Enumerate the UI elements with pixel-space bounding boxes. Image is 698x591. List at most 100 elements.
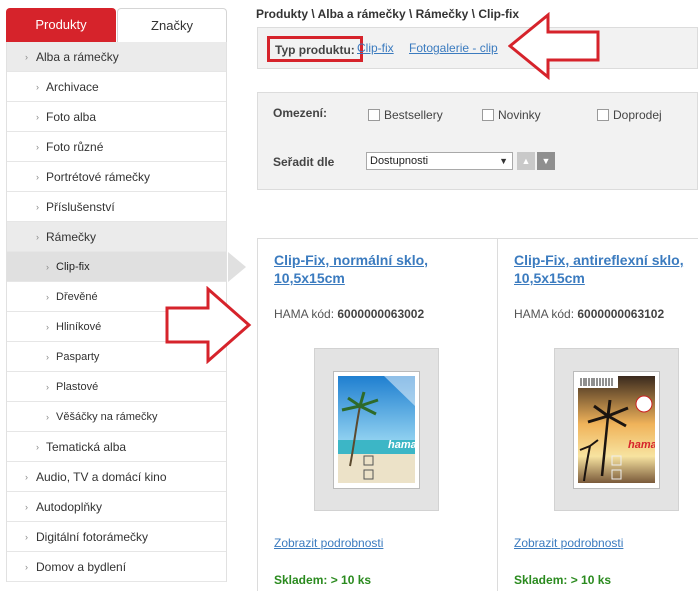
sidebar-item[interactable]: › Tematická alba (7, 432, 226, 462)
sidebar-item-label: Digitální fotorámečky (36, 530, 149, 544)
product-title[interactable]: Clip-Fix, normální sklo, 10,5x15cm (274, 251, 474, 287)
sidebar-item[interactable]: › Clip-fix (7, 252, 246, 282)
chevron-right-icon: › (25, 562, 28, 572)
sidebar-item[interactable]: › Audio, TV a domácí kino (7, 462, 226, 492)
product-type-bar: Typ produktu: Clip-fix Fotogalerie - cli… (257, 27, 698, 69)
chevron-right-icon: › (36, 112, 39, 122)
annotation-arrow-left-icon (508, 12, 600, 80)
annotation-arrow-right-icon (165, 286, 252, 364)
chevron-right-icon: › (46, 412, 49, 422)
sidebar-item-label: Alba a rámečky (36, 50, 119, 64)
sidebar-item-label: Dřevěné (56, 291, 98, 303)
checkbox-label: Doprodej (613, 108, 662, 122)
sidebar-item[interactable]: › Plastové (7, 372, 226, 402)
product-code-label: HAMA kód: (514, 307, 575, 321)
filter-bar: Omezení: Bestsellery Novinky Doprodej Se… (257, 92, 698, 190)
product-code-label: HAMA kód: (274, 307, 335, 321)
sidebar-item[interactable]: › Alba a rámečky (7, 42, 226, 72)
restriction-label: Omezení: (273, 106, 328, 120)
sidebar-item-label: Příslušenství (46, 200, 115, 214)
filter-novinky-checkbox[interactable]: Novinky (482, 108, 541, 122)
product-detail-link[interactable]: Zobrazit podrobnosti (274, 536, 383, 550)
stock-label: Skladem: (514, 573, 568, 587)
sidebar-item-label: Pasparty (56, 351, 100, 363)
product-image[interactable]: hama. (554, 348, 679, 511)
type-link-fotogalerie-clip[interactable]: Fotogalerie - clip (409, 41, 498, 55)
sort-select[interactable]: Dostupnosti ▼ (366, 152, 513, 170)
product-title[interactable]: Clip-Fix, antireflexní sklo, 10,5x15cm (514, 251, 698, 287)
chevron-right-icon: › (25, 472, 28, 482)
sidebar-item[interactable]: › Archivace (7, 72, 226, 102)
chevron-right-icon: › (36, 232, 39, 242)
checkbox-box[interactable] (368, 109, 380, 121)
frame-insert: hama. (573, 371, 660, 489)
chevron-right-icon: › (25, 532, 28, 542)
selection-pointer (228, 252, 246, 282)
chevron-right-icon: › (36, 142, 39, 152)
sidebar-item[interactable]: › Digitální fotorámečky (7, 522, 226, 552)
product-stock: Skladem: > 10 ks (514, 573, 611, 587)
beach-photo: hama. (338, 376, 415, 483)
chevron-right-icon: › (46, 322, 49, 332)
sidebar-item-label: Audio, TV a domácí kino (36, 470, 167, 484)
product-image[interactable]: hama. (314, 348, 439, 511)
product-type-label: Typ produktu: (267, 36, 363, 62)
chevron-right-icon: › (46, 352, 49, 362)
sidebar-item-label: Hliníkové (56, 321, 102, 333)
checkbox-label: Bestsellery (384, 108, 443, 122)
checkbox-label: Novinky (498, 108, 541, 122)
sidebar-item[interactable]: › Příslušenství (7, 192, 226, 222)
filter-bestsellery-checkbox[interactable]: Bestsellery (368, 108, 443, 122)
tab-products[interactable]: Produkty (6, 8, 116, 42)
sort-down-icon[interactable]: ▼ (537, 152, 555, 170)
sort-up-icon[interactable]: ▲ (517, 152, 535, 170)
sidebar-item-label: Clip-fix (56, 261, 90, 273)
sidebar-item-label: Portrétové rámečky (46, 170, 151, 184)
filter-doprodej-checkbox[interactable]: Doprodej (597, 108, 662, 122)
product-card: Clip-Fix, antireflexní sklo, 10,5x15cm H… (498, 239, 698, 591)
product-card: Clip-Fix, normální sklo, 10,5x15cm HAMA … (258, 239, 498, 591)
sidebar-item[interactable]: › Věšáčky na rámečky (7, 402, 226, 432)
frame-insert: hama. (333, 371, 420, 489)
chevron-right-icon: › (46, 382, 49, 392)
tab-brands[interactable]: Značky (117, 8, 227, 42)
product-code-value: 6000000063002 (337, 307, 425, 321)
chevron-right-icon: › (36, 82, 39, 92)
sidebar-item[interactable]: › Foto různé (7, 132, 226, 162)
product-grid: Clip-Fix, normální sklo, 10,5x15cm HAMA … (257, 238, 698, 591)
chevron-right-icon: › (46, 292, 49, 302)
breadcrumb: Produkty \ Alba a rámečky \ Rámečky \ Cl… (256, 7, 519, 21)
sidebar-item-label: Archivace (46, 80, 99, 94)
chevron-right-icon: › (36, 442, 39, 452)
checkbox-box[interactable] (597, 109, 609, 121)
product-stock: Skladem: > 10 ks (274, 573, 371, 587)
product-code: HAMA kód: 6000000063002 (274, 307, 424, 321)
type-link-clip-fix[interactable]: Clip-fix (357, 41, 394, 55)
chevron-right-icon: › (46, 262, 49, 272)
checkbox-box[interactable] (482, 109, 494, 121)
product-code: HAMA kód: 6000000063102 (514, 307, 664, 321)
sidebar-item-label: Tematická alba (46, 440, 127, 454)
stock-value: > 10 ks (330, 573, 372, 587)
sidebar-item[interactable]: › Foto alba (7, 102, 226, 132)
stock-value: > 10 ks (570, 573, 612, 587)
sidebar-tabs: Produkty Značky (6, 8, 227, 42)
sidebar-item[interactable]: › Domov a bydlení (7, 552, 226, 582)
sidebar-item[interactable]: › Autodoplňky (7, 492, 226, 522)
sort-label: Seřadit dle (273, 155, 335, 169)
sort-select-value: Dostupnosti (370, 155, 429, 167)
sidebar-item[interactable]: › Portrétové rámečky (7, 162, 226, 192)
chevron-right-icon: › (25, 52, 28, 62)
hama-logo: hama. (388, 439, 415, 451)
sidebar-item[interactable]: › Rámečky (7, 222, 226, 252)
sidebar-item-label: Foto alba (46, 110, 97, 124)
sidebar-item-label: Autodoplňky (36, 500, 103, 514)
sidebar-item-label: Foto různé (46, 140, 104, 154)
hama-logo: hama. (628, 439, 655, 451)
chevron-down-icon: ▼ (499, 156, 508, 166)
chevron-right-icon: › (25, 502, 28, 512)
product-code-value: 6000000063102 (577, 307, 665, 321)
product-detail-link[interactable]: Zobrazit podrobnosti (514, 536, 623, 550)
sidebar-item-label: Rámečky (46, 230, 97, 244)
sidebar-item-label: Plastové (56, 381, 99, 393)
